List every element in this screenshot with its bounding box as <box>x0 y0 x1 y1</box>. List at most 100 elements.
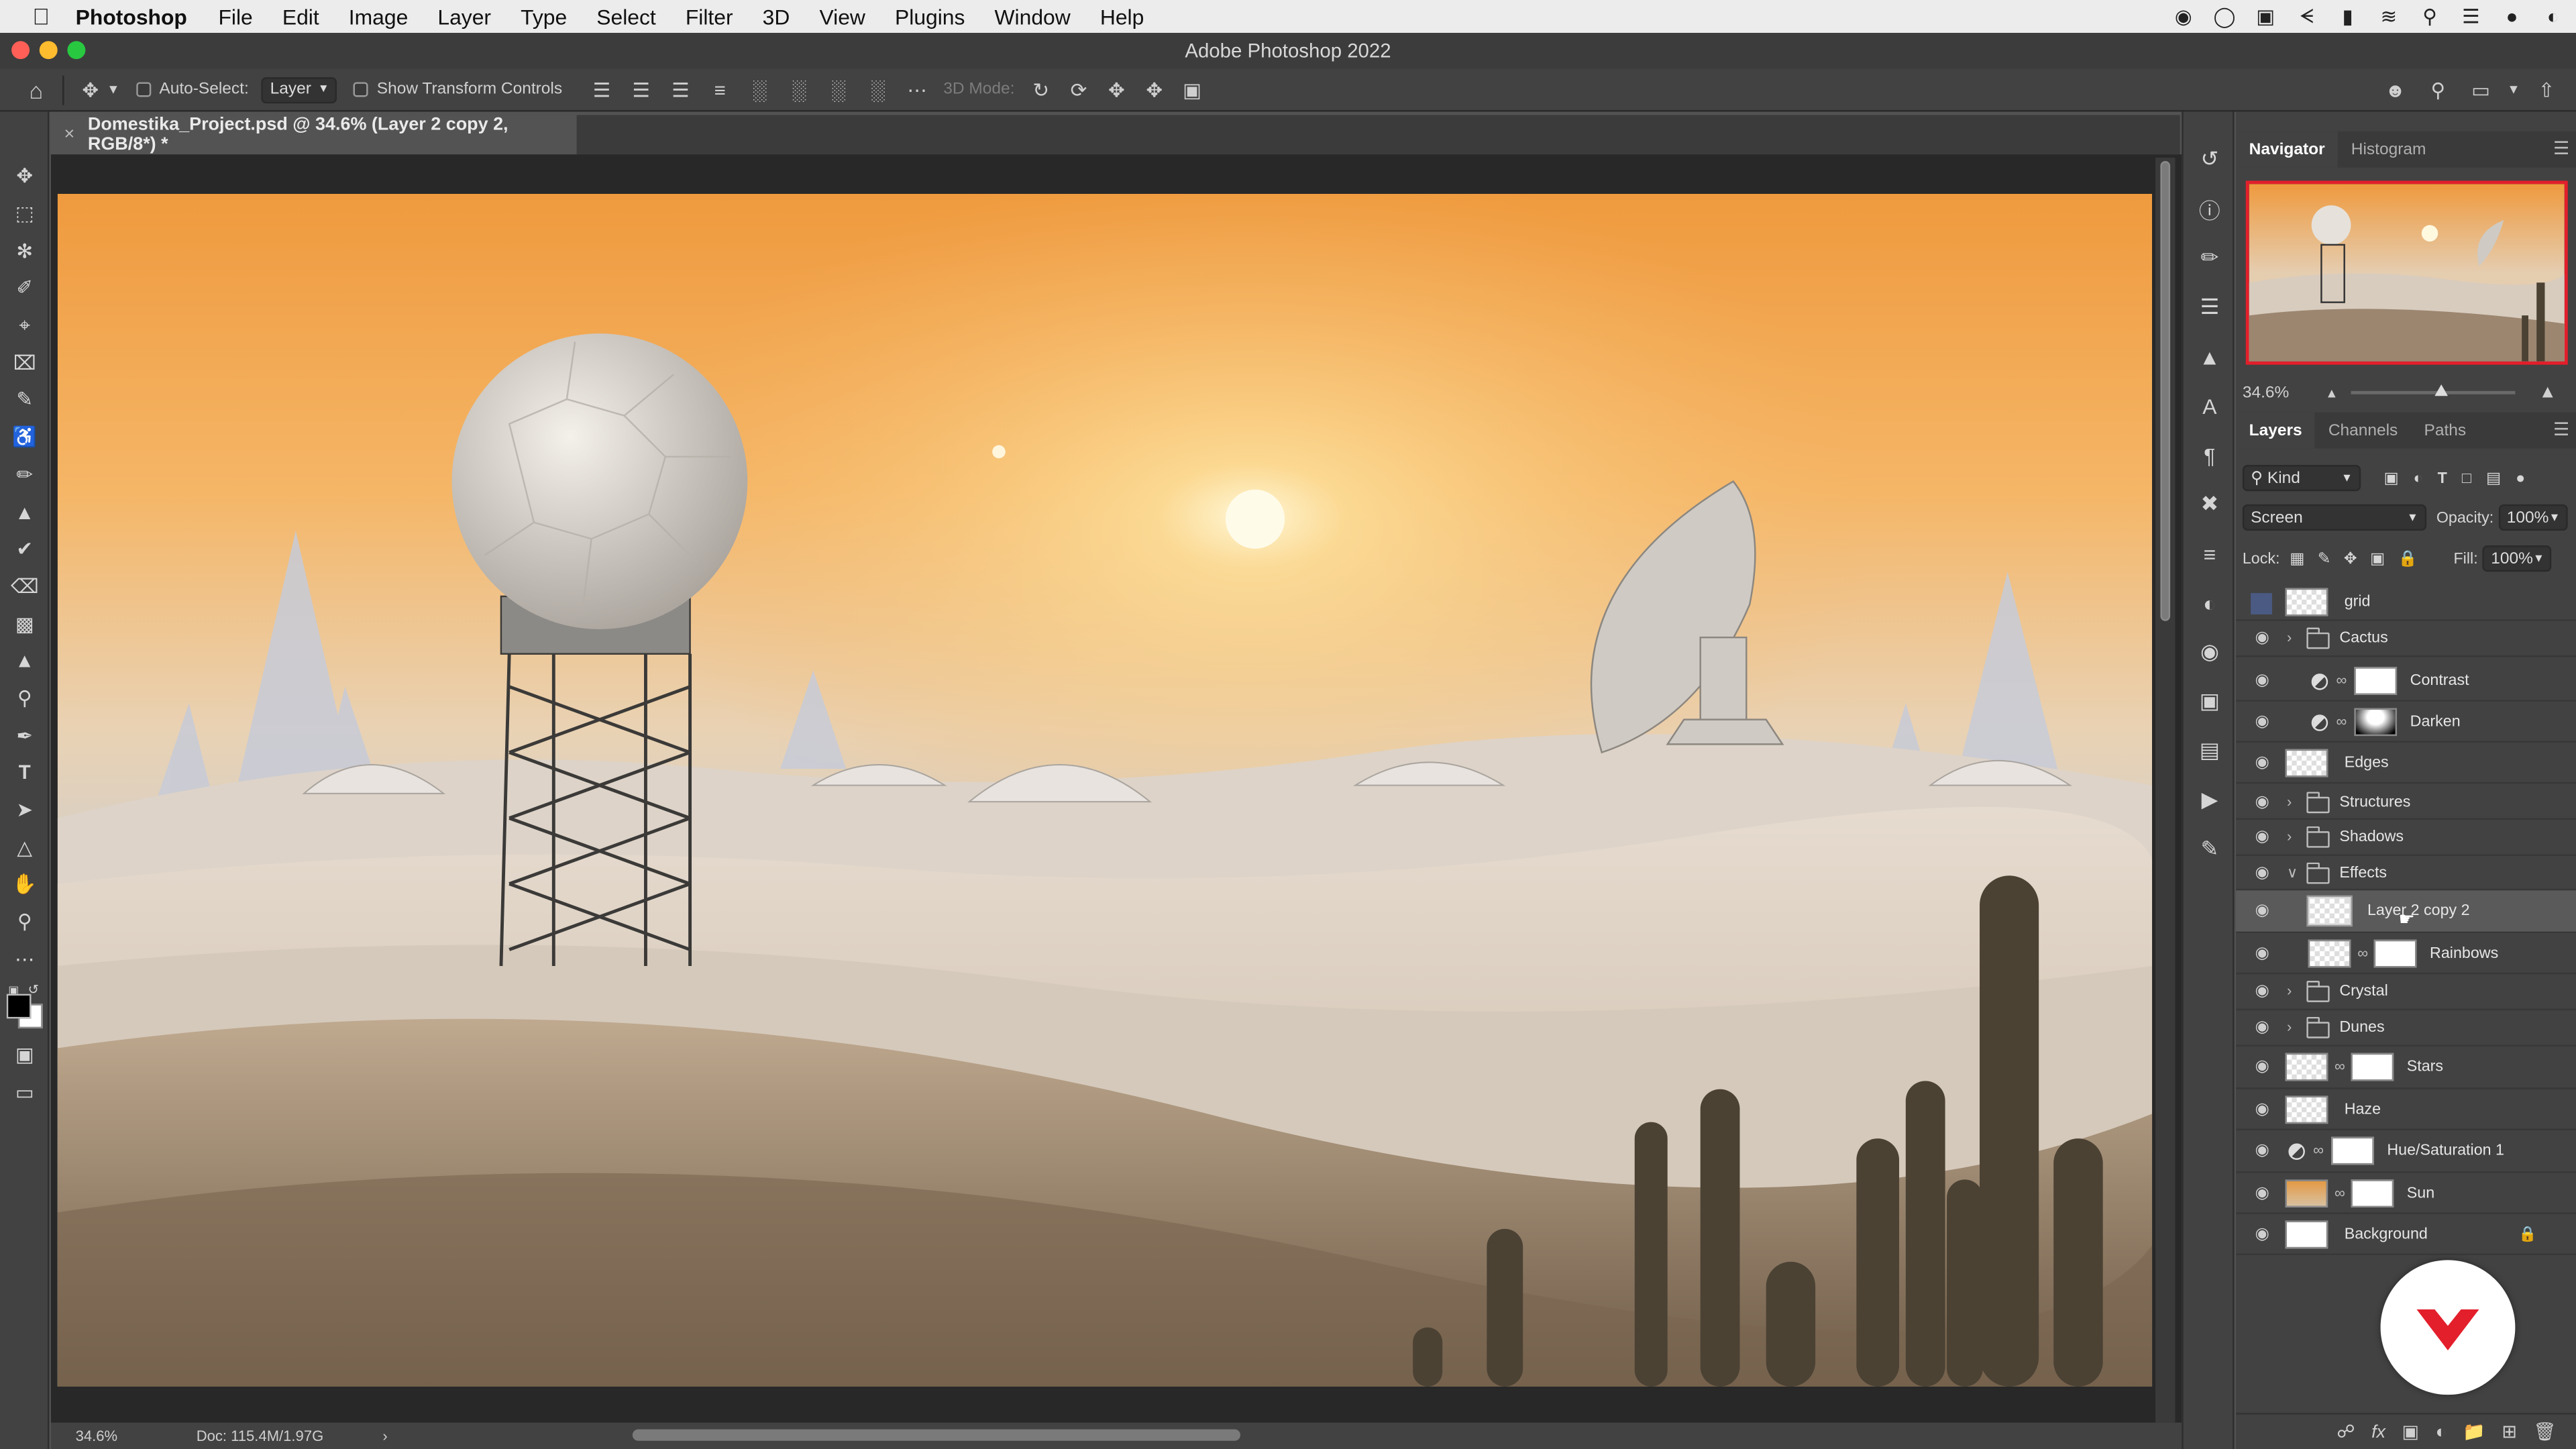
distribute-horizontal-icon[interactable]: ≡ <box>704 73 737 106</box>
distribute-vertical-icon[interactable]: ░ <box>861 73 894 106</box>
layer-name[interactable]: grid <box>2345 593 2371 611</box>
layer-row[interactable]: ◉ ∞ Contrast <box>2236 660 2576 702</box>
layer-mask-thumbnail[interactable] <box>2354 666 2398 694</box>
mask-link-icon[interactable]: ∞ <box>2336 712 2347 729</box>
layer-name[interactable]: Crystal <box>2339 982 2387 1000</box>
horizontal-scrollbar-thumb[interactable] <box>632 1429 1240 1441</box>
new-layer-icon[interactable]: ⊞ <box>2502 1421 2517 1442</box>
quick-mask-icon[interactable]: ▣ <box>0 1037 49 1075</box>
paragraph-panel-icon[interactable]: ¶ <box>2184 431 2236 480</box>
clone-stamp-tool-icon[interactable]: ▲ <box>0 493 49 531</box>
gradient-tool-icon[interactable]: ▩ <box>0 605 49 643</box>
layer-name[interactable]: Sun <box>2407 1183 2434 1201</box>
control-center-icon[interactable]: ☰ <box>2458 5 2484 28</box>
navigator-zoom-value[interactable]: 34.6% <box>2243 384 2289 402</box>
menu-view[interactable]: View <box>819 4 865 29</box>
menu-app-name[interactable]: Photoshop <box>76 4 187 29</box>
lock-position-icon[interactable]: ✥ <box>2344 549 2357 568</box>
visibility-eye-icon[interactable]: ◉ <box>2253 671 2272 689</box>
filter-type-icon[interactable]: T <box>2438 469 2447 487</box>
eraser-tool-icon[interactable]: ⌫ <box>0 568 49 605</box>
mask-link-icon[interactable]: ∞ <box>2313 1142 2324 1158</box>
layer-row[interactable]: ◉ ∞ Hue/Saturation 1 <box>2236 1130 2576 1173</box>
healing-brush-tool-icon[interactable]: ♿ <box>0 419 49 456</box>
delete-layer-icon[interactable]: 🗑 <box>2533 1421 2556 1442</box>
minimize-window-button[interactable] <box>39 41 58 60</box>
align-right-icon[interactable]: ☰ <box>664 73 697 106</box>
layer-name[interactable]: Contrast <box>2410 671 2469 689</box>
color-panel-icon[interactable]: ◉ <box>2184 628 2236 677</box>
screen-mode-icon[interactable]: ▭ <box>0 1074 49 1112</box>
align-middle-icon[interactable]: ░ <box>782 73 815 106</box>
siri-icon[interactable]: ● <box>2499 5 2525 28</box>
edit-toolbar-icon[interactable]: ⋯ <box>0 941 49 978</box>
lasso-tool-icon[interactable]: ✻ <box>0 232 49 270</box>
visibility-eye-icon[interactable]: ◉ <box>2253 982 2272 1000</box>
layer-thumbnail[interactable] <box>2285 749 2328 777</box>
mask-link-icon[interactable]: ∞ <box>2336 671 2347 687</box>
visibility-off-icon[interactable] <box>2251 593 2272 614</box>
chevron-down-icon[interactable]: ▼ <box>107 82 119 97</box>
layer-row[interactable]: ◉ Background 🔒 <box>2236 1214 2576 1256</box>
move-tool-preset-icon[interactable]: ✥ <box>74 73 107 106</box>
lock-artboard-icon[interactable]: ▣ <box>2370 549 2385 568</box>
chevron-right-icon[interactable]: › <box>2287 828 2292 844</box>
layer-mask-thumbnail[interactable] <box>2373 938 2417 967</box>
home-icon[interactable]: ⌂ <box>19 73 52 106</box>
dodge-tool-icon[interactable]: ⚲ <box>0 680 49 717</box>
show-transform-checkbox[interactable] <box>354 82 369 97</box>
layer-row[interactable]: ◉ › Shadows <box>2236 820 2576 856</box>
layer-row[interactable]: ◉ › Cactus <box>2236 621 2576 657</box>
marquee-tool-icon[interactable]: ⬚ <box>0 195 49 233</box>
filter-toggle-icon[interactable]: ● <box>2516 469 2525 487</box>
navigator-preview[interactable] <box>2245 180 2568 365</box>
panel-menu-icon[interactable]: ☰ <box>2553 138 2569 159</box>
visibility-eye-icon[interactable]: ◉ <box>2253 1100 2272 1118</box>
brush-settings-icon[interactable]: ✏ <box>2184 233 2236 282</box>
actions-play-icon[interactable]: ▶ <box>2184 775 2236 824</box>
auto-select-checkbox[interactable] <box>136 82 152 97</box>
layer-thumbnail[interactable] <box>2306 895 2353 927</box>
path-selection-tool-icon[interactable]: ➤ <box>0 792 49 829</box>
layer-name[interactable]: Structures <box>2339 793 2410 811</box>
menu-help[interactable]: Help <box>1100 4 1144 29</box>
menu-filter[interactable]: Filter <box>686 4 733 29</box>
status-zoom[interactable]: 34.6% <box>76 1428 118 1444</box>
visibility-eye-icon[interactable]: ◉ <box>2253 902 2272 920</box>
layer-thumbnail[interactable] <box>2285 1220 2328 1248</box>
character-panel-icon[interactable]: A <box>2184 381 2236 430</box>
layer-row[interactable]: ◉ ∨ Effects <box>2236 856 2576 891</box>
visibility-eye-icon[interactable]: ◉ <box>2253 793 2272 811</box>
hand-tool-icon[interactable]: ✋ <box>0 866 49 904</box>
tab-paths[interactable]: Paths <box>2411 413 2479 449</box>
vertical-scrollbar[interactable] <box>2155 158 2176 1423</box>
mask-link-icon[interactable]: ∞ <box>2334 1058 2345 1074</box>
chevron-right-icon[interactable]: › <box>2287 982 2292 998</box>
creative-cloud-icon[interactable]: ◉ <box>2170 5 2196 28</box>
close-window-button[interactable] <box>11 41 30 60</box>
battery-icon[interactable]: ▮ <box>2334 5 2361 28</box>
mask-link-icon[interactable]: ∞ <box>2357 944 2368 960</box>
visibility-eye-icon[interactable]: ◉ <box>2253 1142 2272 1160</box>
tool-presets-icon[interactable]: ✖ <box>2184 480 2236 529</box>
align-center-icon[interactable]: ☰ <box>625 73 657 106</box>
chevron-right-icon[interactable]: › <box>2287 1018 2292 1034</box>
brush-tool-icon[interactable]: ✏ <box>0 456 49 494</box>
info-panel-icon[interactable]: ⓘ <box>2184 184 2236 233</box>
tab-histogram[interactable]: Histogram <box>2338 131 2439 168</box>
new-adjustment-icon[interactable]: ◐ <box>2435 1422 2446 1442</box>
layer-row[interactable]: ◉ Edges <box>2236 744 2576 784</box>
pen-tool-icon[interactable]: ✒ <box>0 717 49 755</box>
layer-thumbnail[interactable] <box>2285 1095 2328 1123</box>
document-canvas[interactable] <box>57 193 2153 1387</box>
share-person-icon[interactable]: ☻ <box>2379 73 2412 106</box>
chevron-right-icon[interactable]: › <box>2287 629 2292 645</box>
close-tab-icon[interactable]: × <box>64 125 75 144</box>
menu-plugins[interactable]: Plugins <box>895 4 965 29</box>
menu-file[interactable]: File <box>218 4 252 29</box>
wifi-icon[interactable]: ≋ <box>2375 5 2402 28</box>
visibility-eye-icon[interactable]: ◉ <box>2253 712 2272 731</box>
vertical-scrollbar-thumb[interactable] <box>2160 161 2171 621</box>
layer-name[interactable]: Rainbows <box>2430 944 2498 962</box>
filter-smart-object-icon[interactable]: ▤ <box>2486 469 2501 487</box>
